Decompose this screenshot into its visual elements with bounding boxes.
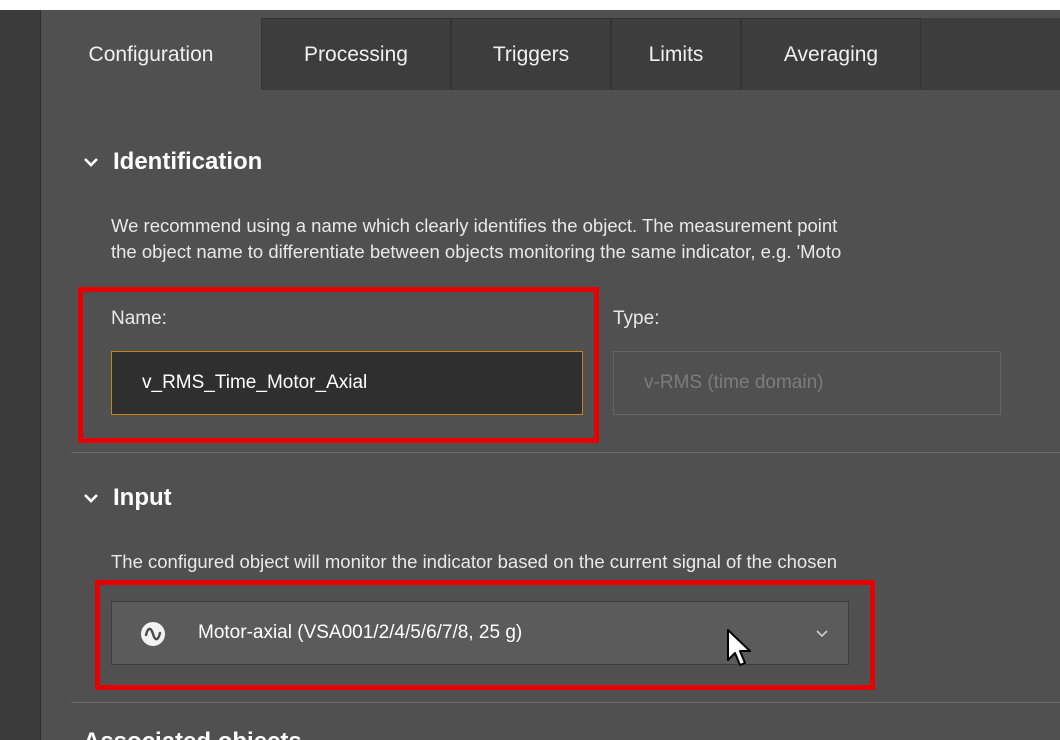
associated-objects-header[interactable]: Associated objects [83, 728, 302, 740]
name-label: Name: [111, 308, 167, 329]
tab-limits[interactable]: Limits [611, 18, 741, 90]
configuration-panel: Configuration Processing Triggers Limits… [40, 10, 1060, 740]
type-field-disabled: v-RMS (time domain) [613, 351, 1001, 415]
chevron-down-icon [814, 626, 830, 642]
identification-header[interactable]: Identification [83, 148, 262, 176]
type-field-value: v-RMS (time domain) [644, 372, 824, 393]
screenshot: Configuration Processing Triggers Limits… [0, 0, 1060, 740]
section-divider [71, 452, 1060, 453]
name-input-value: v_RMS_Time_Motor_Axial [142, 372, 368, 393]
section-divider [71, 702, 1060, 703]
identification-description-line2: the object name to differentiate between… [111, 241, 842, 262]
signal-wave-icon [140, 621, 166, 647]
mouse-cursor-icon [725, 628, 753, 670]
tab-triggers[interactable]: Triggers [451, 18, 611, 90]
tab-configuration[interactable]: Configuration [41, 18, 261, 90]
input-description: The configured object will monitor the i… [111, 551, 838, 572]
chevron-down-icon [83, 156, 113, 168]
tab-processing[interactable]: Processing [261, 18, 451, 90]
identification-title: Identification [113, 148, 263, 175]
input-title: Input [113, 484, 172, 511]
name-input[interactable]: v_RMS_Time_Motor_Axial [111, 351, 583, 415]
input-header[interactable]: Input [83, 484, 172, 512]
tab-averaging[interactable]: Averaging [741, 18, 921, 90]
tab-bar: Configuration Processing Triggers Limits… [41, 10, 1060, 90]
type-label: Type: [613, 308, 660, 329]
left-dark-edge [0, 10, 40, 740]
identification-description-line1: We recommend using a name which clearly … [111, 215, 838, 236]
chevron-down-icon [83, 492, 113, 504]
associated-objects-title: Associated objects [83, 728, 302, 740]
tab-strip-background [921, 18, 1060, 90]
input-selected-value: Motor-axial (VSA001/2/4/5/6/7/8, 25 g) [198, 622, 523, 643]
